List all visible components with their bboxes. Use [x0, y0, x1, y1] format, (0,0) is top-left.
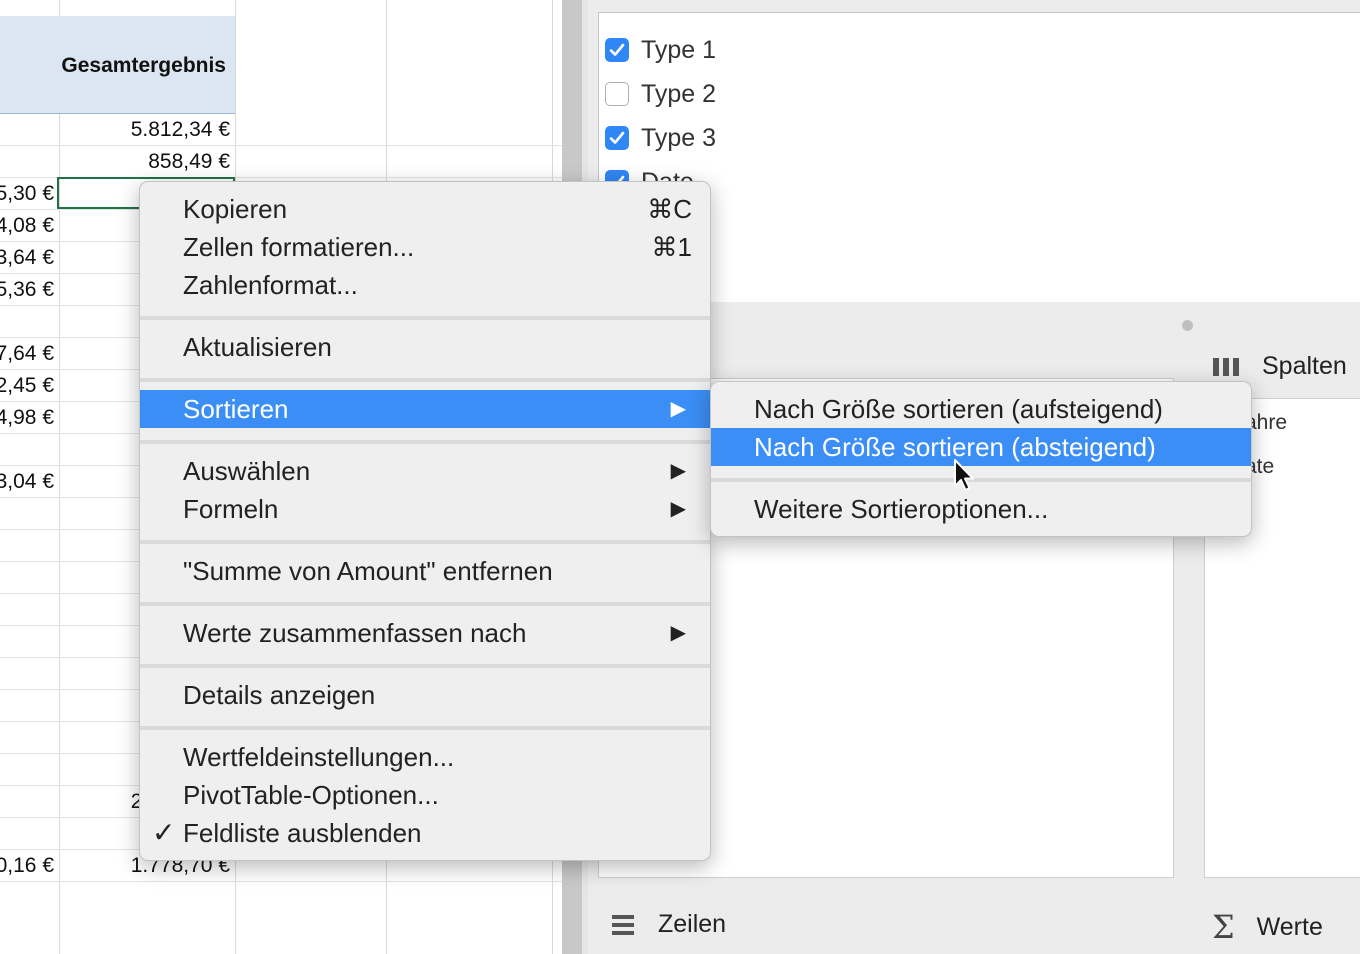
- menu-item-formulas[interactable]: Formeln ▶: [140, 490, 710, 528]
- column-divider: [59, 0, 60, 954]
- menu-item-value-field-settings[interactable]: Wertfeldeinstellungen...: [140, 738, 710, 776]
- checkbox-unchecked[interactable]: [605, 82, 629, 106]
- menu-item-more-sort-options[interactable]: Weitere Sortieroptionen...: [711, 490, 1251, 528]
- menu-item-label: Werte zusammenfassen nach: [183, 618, 527, 648]
- menu-item-select[interactable]: Auswählen ▶: [140, 452, 710, 490]
- rows-zone-label: Zeilen: [658, 910, 727, 938]
- cell-value[interactable]: 0,16 €: [0, 850, 54, 882]
- shortcut-label: ⌘C: [647, 194, 692, 224]
- cell-value[interactable]: 7,64 €: [0, 338, 54, 370]
- values-zone-title: Σ Werte: [1212, 908, 1323, 946]
- menu-item-number-format[interactable]: Zahlenformat...: [140, 266, 710, 304]
- checkbox-checked[interactable]: [605, 126, 629, 150]
- menu-item-label: PivotTable-Optionen...: [183, 780, 439, 810]
- mouse-pointer-icon: [954, 459, 974, 491]
- row-divider: [0, 145, 562, 146]
- menu-item-label: "Summe von Amount" entfernen: [183, 556, 553, 586]
- checkbox-checked[interactable]: [605, 38, 629, 62]
- field-list: Type 1 Type 2 Type 3 Date ID et ID: [598, 12, 1360, 304]
- menu-item-label: Feldliste ausblenden: [183, 818, 422, 848]
- menu-item-label: Zellen formatieren...: [183, 232, 415, 262]
- menu-separator: [140, 440, 710, 444]
- menu-separator: [140, 316, 710, 320]
- menu-item-label: Nach Größe sortieren (aufsteigend): [754, 394, 1163, 424]
- context-menu: Kopieren ⌘C Zellen formatieren... ⌘1 Zah…: [139, 181, 711, 861]
- sort-submenu: Nach Größe sortieren (aufsteigend) Nach …: [710, 381, 1252, 537]
- row-divider: [0, 881, 562, 882]
- cell-value[interactable]: 5.812,34 €: [131, 114, 230, 146]
- menu-item-copy[interactable]: Kopieren ⌘C: [140, 190, 710, 228]
- columns-zone-label: Spalten: [1262, 352, 1347, 380]
- columns-zone-title: Spalten: [1212, 352, 1347, 381]
- shortcut-label: ⌘1: [651, 232, 692, 262]
- menu-item-label: Auswählen: [183, 456, 311, 486]
- submenu-arrow-icon: ▶: [670, 498, 686, 520]
- values-zone-label: Werte: [1256, 912, 1323, 941]
- menu-item-label: Wertfeldeinstellungen...: [183, 742, 455, 772]
- field-label: Type 1: [641, 35, 717, 64]
- menu-separator: [140, 664, 710, 668]
- cell-value[interactable]: 3,04 €: [0, 466, 54, 498]
- submenu-arrow-icon: ▶: [670, 398, 686, 420]
- menu-item-label: Aktualisieren: [183, 332, 332, 362]
- menu-separator: [140, 540, 710, 544]
- menu-separator: [140, 602, 710, 606]
- rows-icon: [612, 914, 634, 935]
- sigma-icon: Σ: [1212, 908, 1235, 946]
- menu-separator: [711, 478, 1251, 482]
- rows-zone-title: Zeilen: [610, 910, 726, 939]
- menu-item-label: Sortieren: [183, 394, 289, 424]
- columns-icon: [1213, 357, 1239, 376]
- menu-separator: [140, 378, 710, 382]
- cell-value[interactable]: 2,45 €: [0, 370, 54, 402]
- menu-item-label: Formeln: [183, 494, 279, 524]
- menu-item-label: Zahlenformat...: [183, 270, 358, 300]
- menu-item-format-cells[interactable]: Zellen formatieren... ⌘1: [140, 228, 710, 266]
- menu-item-sort[interactable]: Sortieren ▶: [140, 390, 710, 428]
- submenu-arrow-icon: ▶: [670, 622, 686, 644]
- menu-item-label: Weitere Sortieroptionen...: [754, 494, 1049, 524]
- menu-item-label: Details anzeigen: [183, 680, 376, 710]
- cell-value[interactable]: 858,49 €: [148, 146, 230, 178]
- menu-item-summarize-values[interactable]: Werte zusammenfassen nach ▶: [140, 614, 710, 652]
- field-row-type-1[interactable]: Type 1: [605, 30, 716, 70]
- menu-item-refresh[interactable]: Aktualisieren: [140, 328, 710, 366]
- resize-handle-dot[interactable]: [1182, 320, 1193, 331]
- field-row-type-3[interactable]: Type 3: [605, 118, 716, 158]
- menu-item-sort-descending[interactable]: Nach Größe sortieren (absteigend): [711, 428, 1251, 466]
- cell-value[interactable]: 5,36 €: [0, 274, 54, 306]
- cell-value[interactable]: 4,08 €: [0, 210, 54, 242]
- menu-item-hide-field-list[interactable]: ✓ Feldliste ausblenden: [140, 814, 710, 852]
- grand-total-header: Gesamtergebnis: [61, 54, 226, 77]
- menu-separator: [140, 726, 710, 730]
- menu-item-label: Kopieren: [183, 194, 288, 224]
- field-label: Type 2: [641, 79, 717, 108]
- field-label: Type 3: [641, 123, 717, 152]
- menu-item-pivottable-options[interactable]: PivotTable-Optionen...: [140, 776, 710, 814]
- submenu-arrow-icon: ▶: [670, 460, 686, 482]
- cell-value[interactable]: 4,98 €: [0, 402, 54, 434]
- checkmark-icon: ✓: [152, 817, 176, 848]
- menu-item-remove-field[interactable]: "Summe von Amount" entfernen: [140, 552, 710, 590]
- cell-value[interactable]: 5,30 €: [0, 178, 54, 210]
- cell-value[interactable]: 3,64 €: [0, 242, 54, 274]
- field-row-type-2[interactable]: Type 2: [605, 74, 716, 114]
- menu-item-sort-ascending[interactable]: Nach Größe sortieren (aufsteigend): [711, 390, 1251, 428]
- menu-item-show-details[interactable]: Details anzeigen: [140, 676, 710, 714]
